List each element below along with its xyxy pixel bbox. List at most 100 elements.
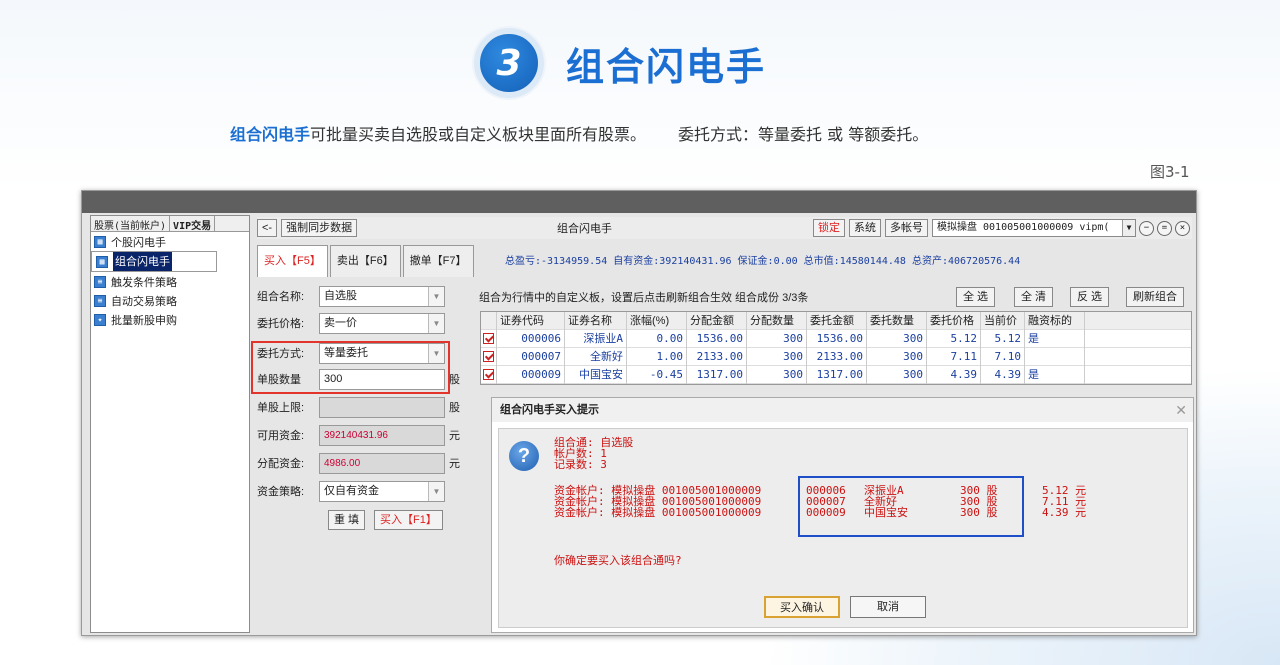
list-icon: ≡ [94,275,106,288]
buy-button[interactable]: 买入【F1】 [374,510,443,530]
nav-item-single-flash[interactable]: ▦ 个股闪电手 [91,232,249,251]
cell-alloc-amt: 2133.00 [687,347,747,366]
table-header: 证券代码 证券名称 涨幅(%) 分配金额 分配数量 委托金额 委托数量 委托价格… [481,311,1191,330]
strategy-select[interactable]: 仅自有资金 ▼ [319,480,445,502]
dialog-info: 组合通: 自选股 帐户数: 1 记录数: 3 [554,437,633,470]
nav-item-ipo-subscribe[interactable]: ✦ 批量新股申购 [91,310,249,329]
grid-icon: ▦ [96,255,108,268]
table-row[interactable]: 000006 深振业A 0.00 1536.00 300 1536.00 300… [481,329,1191,348]
figure-label: 图3-1 [1150,163,1190,181]
intro-method: 委托方式：等量委托 或 等额委托。 [678,125,929,144]
cell-name: 中国宝安 [565,365,627,384]
header-order-amt: 委托金额 [807,311,867,330]
price-label: 委托价格: [257,318,305,330]
panel-title: 组合闪电手 [557,223,612,235]
intro-description: 可批量买卖自选股或自定义板块里面所有股票。 [310,125,647,144]
minimize-icon[interactable]: − [1139,220,1154,236]
info-records: 记录数: 3 [554,458,607,471]
header-code: 证券代码 [497,311,565,330]
force-sync-button[interactable]: 强制同步数据 [281,219,358,237]
avail-label: 可用资金: [257,430,305,442]
back-button[interactable]: <- [257,219,278,237]
cell-order-amt: 1317.00 [807,365,867,384]
account-value: 模拟操盘 001005001000009 vipm( [937,222,1110,233]
cell-alloc-qty: 300 [747,365,807,384]
header-order-price: 委托价格 [927,311,981,330]
chevron-down-icon: ▼ [428,286,444,306]
cancel-button[interactable]: 取消 [850,596,926,618]
row-checkbox[interactable] [483,350,494,362]
nav-item-portfolio-flash[interactable]: ▦ 组合闪电手 [91,251,217,272]
tab-buy[interactable]: 买入【F5】 [257,245,328,277]
grid-hint: 组合为行情中的自定义板，设置后点击刷新组合生效 组合成份 3/3条 [479,292,809,304]
cell-alloc-amt: 1317.00 [687,365,747,384]
row-price: 委托价格: 卖一价 ▼ [257,312,445,334]
confirm-buy-button[interactable]: 买入确认 [764,596,840,618]
header-change: 涨幅(%) [627,311,687,330]
alloc-field: 4986.00 [319,452,445,474]
cell-code: 000006 [497,329,565,348]
refresh-portfolio-button[interactable]: 刷新组合 [1126,287,1184,307]
app-window: 股票(当前帐户) VIP交易 ▦ 个股闪电手 ▦ 组合闪电手 ≡ 触发条件策略 ≡ 自动… [81,190,1197,636]
cell-margin: 是 [1025,329,1085,348]
table-row[interactable]: 000009 中国宝安 -0.45 1317.00 300 1317.00 30… [481,365,1191,384]
qty-unit: 股 [449,374,460,386]
section-number-badge: 3 [474,28,544,98]
tab-cancel[interactable]: 撤单【F7】 [402,245,474,277]
tab-vip-trade[interactable]: VIP交易 [170,216,216,232]
select-all-button[interactable]: 全 选 [956,287,996,307]
clear-all-button[interactable]: 全 清 [1014,287,1054,307]
lock-button[interactable]: 锁定 [813,219,845,237]
system-button[interactable]: 系统 [849,219,881,237]
row-check-cell [481,347,497,366]
close-icon[interactable]: ✕ [1175,398,1187,422]
row-check-cell [481,365,497,384]
invert-select-button[interactable]: 反 选 [1070,287,1110,307]
grid-icon: ▦ [94,235,106,248]
cell-order-price: 7.11 [927,347,981,366]
close-icon[interactable]: × [1175,220,1190,236]
cell-current-price: 4.39 [981,365,1025,384]
multi-account-button[interactable]: 多帐号 [885,219,928,237]
intro-text: 组合闪电手可批量买卖自选股或自定义板块里面所有股票。 委托方式：等量委托 或 等额… [230,121,928,145]
nav-item-trigger-strategy[interactable]: ≡ 触发条件策略 [91,272,249,291]
cell-change: -0.45 [627,365,687,384]
toolbar-right: 锁定 系统 多帐号 模拟操盘 001005001000009 vipm(▼ − … [813,219,1190,237]
chevron-down-icon: ▼ [1122,220,1135,236]
alloc-label: 分配资金: [257,458,305,470]
highlight-box-orders [798,476,1024,537]
portfolio-select[interactable]: 自选股 ▼ [319,285,445,307]
holdings-table: 证券代码 证券名称 涨幅(%) 分配金额 分配数量 委托金额 委托数量 委托价格… [480,311,1192,385]
tab-stock-account[interactable]: 股票(当前帐户) [91,216,171,232]
line-account: 资金帐户: 模拟操盘 001005001000009 [554,506,762,519]
dialog-title-text: 组合闪电手买入提示 [500,404,599,416]
dialog-title: 组合闪电手买入提示 ✕ [492,398,1193,422]
cell-order-qty: 300 [867,365,927,384]
table-row[interactable]: 000007 全新好 1.00 2133.00 300 2133.00 300 … [481,347,1191,366]
ipo-icon: ✦ [94,313,106,326]
cell-alloc-qty: 300 [747,329,807,348]
cell-alloc-qty: 300 [747,347,807,366]
cell-code: 000007 [497,347,565,366]
header-margin: 融资标的 [1025,311,1085,330]
cell-order-amt: 2133.00 [807,347,867,366]
portfolio-label: 组合名称: [257,291,305,303]
nav-item-auto-trade[interactable]: ≡ 自动交易策略 [91,291,249,310]
intro-highlight: 组合闪电手 [230,125,311,144]
row-avail: 可用资金: 392140431.96 元 [257,424,460,446]
price-select[interactable]: 卖一价 ▼ [319,312,445,334]
dialog-body: ? 组合通: 自选股 帐户数: 1 记录数: 3 资金帐户: 模拟操盘 001005… [498,428,1188,628]
reset-button[interactable]: 重 填 [328,510,366,530]
tab-sell[interactable]: 卖出【F6】 [329,245,401,277]
confirm-question: 你确定要买入该组合通吗? [554,554,682,567]
row-checkbox[interactable] [483,368,494,380]
restore-icon[interactable]: = [1157,220,1172,236]
row-checkbox[interactable] [483,332,494,344]
cell-order-amt: 1536.00 [807,329,867,348]
account-select[interactable]: 模拟操盘 001005001000009 vipm( ▼ [932,219,1136,237]
alloc-unit: 元 [449,458,460,470]
price-value: 卖一价 [324,316,357,329]
account-summary: 总盈亏:-3134959.54 自有资金:392140431.96 保证金:0.… [505,256,1021,267]
cell-name: 全新好 [565,347,627,366]
limit-input[interactable] [319,396,445,418]
